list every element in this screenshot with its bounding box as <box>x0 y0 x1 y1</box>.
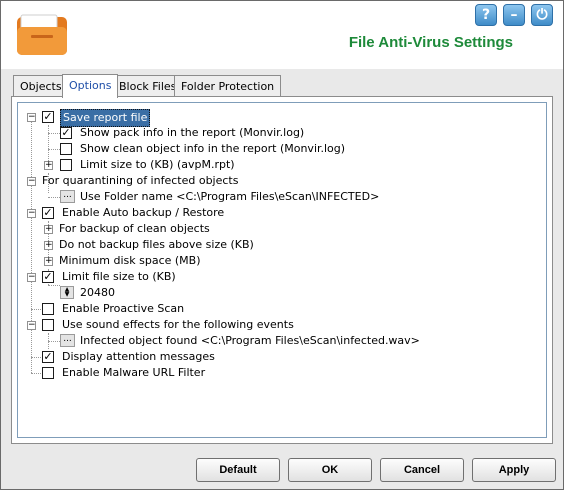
tab-folder-protection[interactable]: Folder Protection <box>174 75 282 97</box>
collapse-icon[interactable]: − <box>27 273 36 282</box>
show-pack-info-checkbox[interactable]: ✓ <box>60 127 72 139</box>
browse-folder-button[interactable]: ... <box>60 190 75 203</box>
folder-logo-icon <box>17 14 67 55</box>
no-backup-above-label: Do not backup files above size (KB) <box>59 238 254 251</box>
limit-file-size-label: Limit file size to (KB) <box>62 270 176 283</box>
min-disk-space-label: Minimum disk space (MB) <box>59 254 201 267</box>
expand-icon[interactable]: + <box>44 241 53 250</box>
tree-row-show-pack-info: ✓ Show pack info in the report (Monvir.l… <box>18 125 538 141</box>
backup-clean-label: For backup of clean objects <box>59 222 210 235</box>
options-tree: − ✓ Save report file ✓ Show pack info in… <box>17 102 547 438</box>
save-report-checkbox[interactable]: ✓ <box>42 111 54 123</box>
tree-row-auto-backup: − ✓ Enable Auto backup / Restore <box>18 205 538 221</box>
tree-row-attention-messages: ✓ Display attention messages <box>18 349 538 365</box>
show-clean-info-label: Show clean object info in the report (Mo… <box>80 142 346 155</box>
limit-size-label: Limit size to (KB) (avpM.rpt) <box>80 158 235 171</box>
auto-backup-checkbox[interactable]: ✓ <box>42 207 54 219</box>
sound-effects-checkbox[interactable] <box>42 319 54 331</box>
tree-row-infected-sound: ... Infected object found <C:\Program Fi… <box>18 333 538 349</box>
auto-backup-label: Enable Auto backup / Restore <box>62 206 225 219</box>
default-button[interactable]: Default <box>196 458 280 482</box>
tree-row-file-size-value: ▲ ▼ 20480 <box>18 285 538 301</box>
tab-block-files[interactable]: Block Files <box>112 75 184 97</box>
quarantine-label: For quarantining of infected objects <box>42 174 239 187</box>
spin-down-icon[interactable]: ▼ <box>61 292 73 298</box>
file-size-spinner[interactable]: ▲ ▼ <box>60 286 74 299</box>
collapse-icon[interactable]: − <box>27 177 36 186</box>
tree-row-backup-clean: + For backup of clean objects <box>18 221 538 237</box>
window-title: File Anti-Virus Settings <box>348 34 513 51</box>
expand-icon[interactable]: + <box>44 225 53 234</box>
tree-row-quarantine: − For quarantining of infected objects <box>18 173 538 189</box>
options-panel: − ✓ Save report file ✓ Show pack info in… <box>11 96 553 444</box>
tree-row-min-disk-space: + Minimum disk space (MB) <box>18 253 538 269</box>
tab-objects[interactable]: Objects <box>13 75 69 97</box>
expand-icon[interactable]: + <box>44 161 53 170</box>
tree-row-save-report: − ✓ Save report file <box>18 109 538 127</box>
help-button[interactable]: ? <box>475 4 497 26</box>
collapse-icon[interactable]: − <box>27 209 36 218</box>
malware-url-filter-label: Enable Malware URL Filter <box>62 366 206 379</box>
limit-size-checkbox[interactable] <box>60 159 72 171</box>
malware-url-filter-checkbox[interactable] <box>42 367 54 379</box>
tree-row-folder-name: ... Use Folder name <C:\Program Files\eS… <box>18 189 538 205</box>
ok-button[interactable]: OK <box>288 458 372 482</box>
collapse-icon[interactable]: − <box>27 321 36 330</box>
tree-row-limit-file-size: − ✓ Limit file size to (KB) <box>18 269 538 285</box>
minimize-button[interactable]: – <box>503 4 525 26</box>
cancel-button[interactable]: Cancel <box>380 458 464 482</box>
apply-button[interactable]: Apply <box>472 458 556 482</box>
tree-row-malware-url-filter: Enable Malware URL Filter <box>18 365 538 381</box>
tree-row-proactive-scan: Enable Proactive Scan <box>18 301 538 317</box>
show-pack-info-label: Show pack info in the report (Monvir.log… <box>80 126 305 139</box>
tree-row-show-clean-info: Show clean object info in the report (Mo… <box>18 141 538 157</box>
browse-sound-button[interactable]: ... <box>60 334 75 347</box>
proactive-scan-label: Enable Proactive Scan <box>62 302 185 315</box>
attention-messages-label: Display attention messages <box>62 350 215 363</box>
infected-sound-label: Infected object found <C:\Program Files\… <box>80 334 420 347</box>
file-size-value[interactable]: 20480 <box>80 285 115 301</box>
power-button[interactable]: ⏻ <box>531 4 553 26</box>
tree-row-limit-size: + Limit size to (KB) (avpM.rpt) <box>18 157 538 173</box>
sound-effects-label: Use sound effects for the following even… <box>62 318 294 331</box>
settings-window: ? – ⏻ File Anti-Virus Settings Objects O… <box>0 0 564 490</box>
proactive-scan-checkbox[interactable] <box>42 303 54 315</box>
collapse-icon[interactable]: − <box>27 113 36 122</box>
show-clean-info-checkbox[interactable] <box>60 143 72 155</box>
expand-icon[interactable]: + <box>44 257 53 266</box>
tab-options[interactable]: Options <box>62 74 119 98</box>
limit-file-size-checkbox[interactable]: ✓ <box>42 271 54 283</box>
folder-name-label: Use Folder name <C:\Program Files\eScan\… <box>80 190 380 203</box>
tree-row-no-backup-above: + Do not backup files above size (KB) <box>18 237 538 253</box>
attention-messages-checkbox[interactable]: ✓ <box>42 351 54 363</box>
tree-row-sound-effects: − Use sound effects for the following ev… <box>18 317 538 333</box>
